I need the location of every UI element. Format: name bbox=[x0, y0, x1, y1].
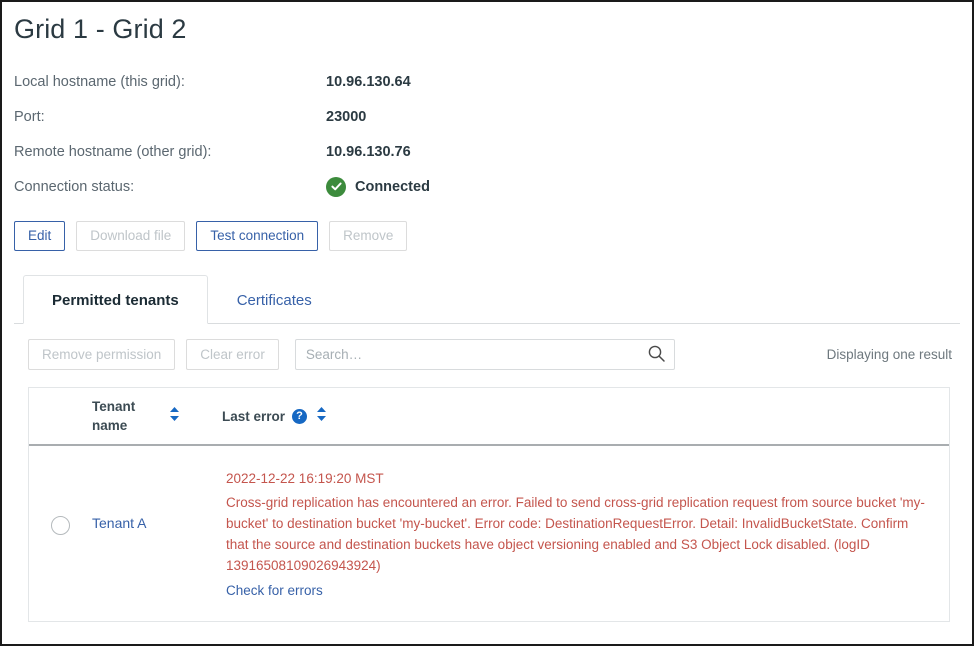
error-message: Cross-grid replication has encountered a… bbox=[226, 495, 925, 573]
sort-tenant-name-icon[interactable] bbox=[169, 406, 180, 427]
connection-details: Local hostname (this grid): 10.96.130.64… bbox=[14, 64, 960, 204]
help-icon[interactable]: ? bbox=[292, 408, 308, 424]
download-file-button: Download file bbox=[76, 221, 186, 251]
error-timestamp: 2022-12-22 16:19:20 MST bbox=[226, 471, 384, 486]
grid-federation-detail-page: Grid 1 - Grid 2 Local hostname (this gri… bbox=[0, 0, 974, 646]
table-header-last-error: Last error ? bbox=[222, 406, 949, 427]
table-cell-last-error: 2022-12-22 16:19:20 MST Cross-grid repli… bbox=[222, 446, 949, 600]
permitted-tenants-table: Tenant name Last error ? Tenant A 2022-1… bbox=[28, 387, 950, 622]
detail-value: 10.96.130.76 bbox=[326, 143, 411, 160]
page-title: Grid 1 - Grid 2 bbox=[14, 14, 187, 44]
detail-value: 23000 bbox=[326, 108, 367, 125]
sort-last-error-icon[interactable] bbox=[316, 406, 327, 427]
table-header-last-error-label: Last error bbox=[222, 408, 286, 424]
detail-row-local-hostname: Local hostname (this grid): 10.96.130.64 bbox=[14, 64, 960, 99]
edit-button[interactable]: Edit bbox=[14, 221, 66, 251]
detail-value: 10.96.130.64 bbox=[326, 73, 411, 90]
connection-status-value: Connected bbox=[326, 176, 430, 197]
detail-row-remote-hostname: Remote hostname (other grid): 10.96.130.… bbox=[14, 134, 960, 169]
remove-permission-button: Remove permission bbox=[28, 339, 176, 370]
connection-status-text: Connected bbox=[355, 178, 430, 195]
detail-label: Local hostname (this grid): bbox=[14, 73, 185, 90]
tenant-name-link[interactable]: Tenant A bbox=[92, 446, 222, 531]
detail-label: Connection status: bbox=[14, 178, 135, 195]
table-header-tenant-name: Tenant name bbox=[92, 397, 222, 435]
action-buttons: Edit Download file Test connection Remov… bbox=[14, 221, 960, 251]
table-row: Tenant A 2022-12-22 16:19:20 MST Cross-g… bbox=[29, 446, 949, 621]
table-toolbar: Remove permission Clear error Displaying… bbox=[14, 339, 960, 370]
tab-bar: Permitted tenants Certificates bbox=[14, 274, 960, 324]
check-circle-icon bbox=[326, 176, 346, 197]
table-header-tenant-name-label: Tenant name bbox=[92, 399, 136, 433]
check-for-errors-link[interactable]: Check for errors bbox=[226, 583, 323, 598]
detail-row-port: Port: 23000 bbox=[14, 99, 960, 134]
table-header-row: Tenant name Last error ? bbox=[29, 388, 949, 446]
search-field bbox=[294, 339, 675, 370]
remove-button: Remove bbox=[329, 221, 408, 251]
page-content: Grid 1 - Grid 2 Local hostname (this gri… bbox=[2, 14, 972, 622]
tab-permitted-tenants[interactable]: Permitted tenants bbox=[23, 275, 208, 324]
test-connection-button[interactable]: Test connection bbox=[196, 221, 319, 251]
search-input[interactable] bbox=[294, 339, 675, 370]
clear-error-button: Clear error bbox=[186, 339, 279, 370]
tab-certificates[interactable]: Certificates bbox=[208, 275, 341, 324]
row-radio-button[interactable] bbox=[51, 516, 70, 535]
detail-row-connection-status: Connection status: Connected bbox=[14, 169, 960, 204]
detail-label: Port: bbox=[14, 108, 45, 125]
detail-label: Remote hostname (other grid): bbox=[14, 143, 212, 160]
tab-list: Permitted tenants Certificates bbox=[23, 275, 341, 324]
result-count-label: Displaying one result bbox=[826, 347, 952, 362]
table-cell-select bbox=[29, 446, 92, 535]
